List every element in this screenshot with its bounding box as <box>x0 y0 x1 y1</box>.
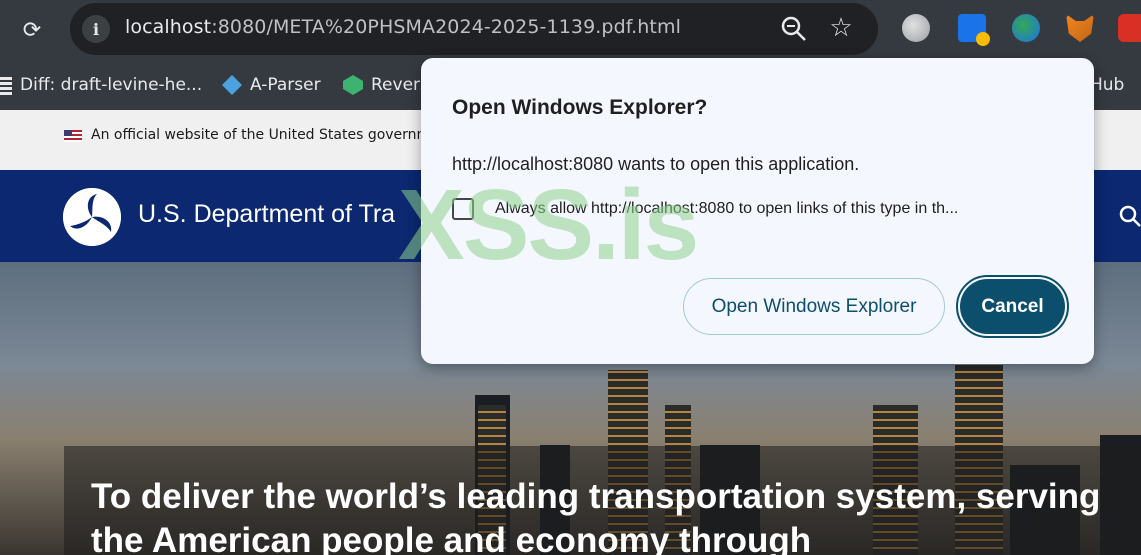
bookmark-star-icon[interactable]: ☆ <box>825 12 857 44</box>
dot-site-title[interactable]: U.S. Department of Tra <box>138 200 395 229</box>
bookmark-a-parser[interactable]: A-Parser <box>222 72 321 98</box>
site-info-icon[interactable]: i <box>82 15 110 43</box>
watermark: XSS.is <box>398 169 699 281</box>
dialog-title: Open Windows Explorer? <box>452 96 708 119</box>
open-windows-explorer-button[interactable]: Open Windows Explorer <box>683 278 945 335</box>
ext-doc-icon[interactable] <box>958 14 990 46</box>
gov-banner-text: An official website of the United States… <box>91 127 454 143</box>
browser-toolbar: ⟳ i localhost:8080/META%20PHSMA2024-2025… <box>0 0 1141 60</box>
bookmark-label: A-Parser <box>250 75 321 95</box>
ext-fox-icon[interactable] <box>1066 14 1094 42</box>
search-icon[interactable] <box>1118 204 1141 228</box>
ext-box-icon[interactable] <box>1118 14 1141 42</box>
dot-logo-icon[interactable] <box>63 188 121 246</box>
bookmark-diff[interactable]: Diff: draft-levine-he... <box>0 72 202 98</box>
revers-icon <box>343 75 363 95</box>
url-host: localhost <box>125 16 212 38</box>
bookmark-label: Diff: draft-levine-he... <box>20 75 203 95</box>
bookmark-label: Hub <box>1090 75 1125 95</box>
bookmark-revers[interactable]: Revers <box>343 72 429 98</box>
doc-icon <box>0 75 12 95</box>
cancel-button-label: Cancel <box>960 279 1065 334</box>
reload-icon[interactable]: ⟳ <box>16 14 48 46</box>
hero-heading: To deliver the world’s leading transport… <box>91 477 1101 555</box>
ext-earth-icon[interactable] <box>1012 14 1040 42</box>
url-text[interactable]: localhost:8080/META%20PHSMA2024-2025-113… <box>125 16 681 38</box>
address-bar[interactable]: i localhost:8080/META%20PHSMA2024-2025-1… <box>70 3 878 55</box>
cancel-button[interactable]: Cancel <box>956 275 1069 338</box>
zoom-icon[interactable] <box>778 13 810 45</box>
bookmark-hub[interactable]: Hub <box>1090 72 1124 98</box>
url-path: :8080/META%20PHSMA2024-2025-1139.pdf.htm… <box>211 16 681 38</box>
ext-globe-icon[interactable] <box>902 14 930 42</box>
a-parser-icon <box>222 75 242 95</box>
us-flag-icon <box>64 130 82 142</box>
